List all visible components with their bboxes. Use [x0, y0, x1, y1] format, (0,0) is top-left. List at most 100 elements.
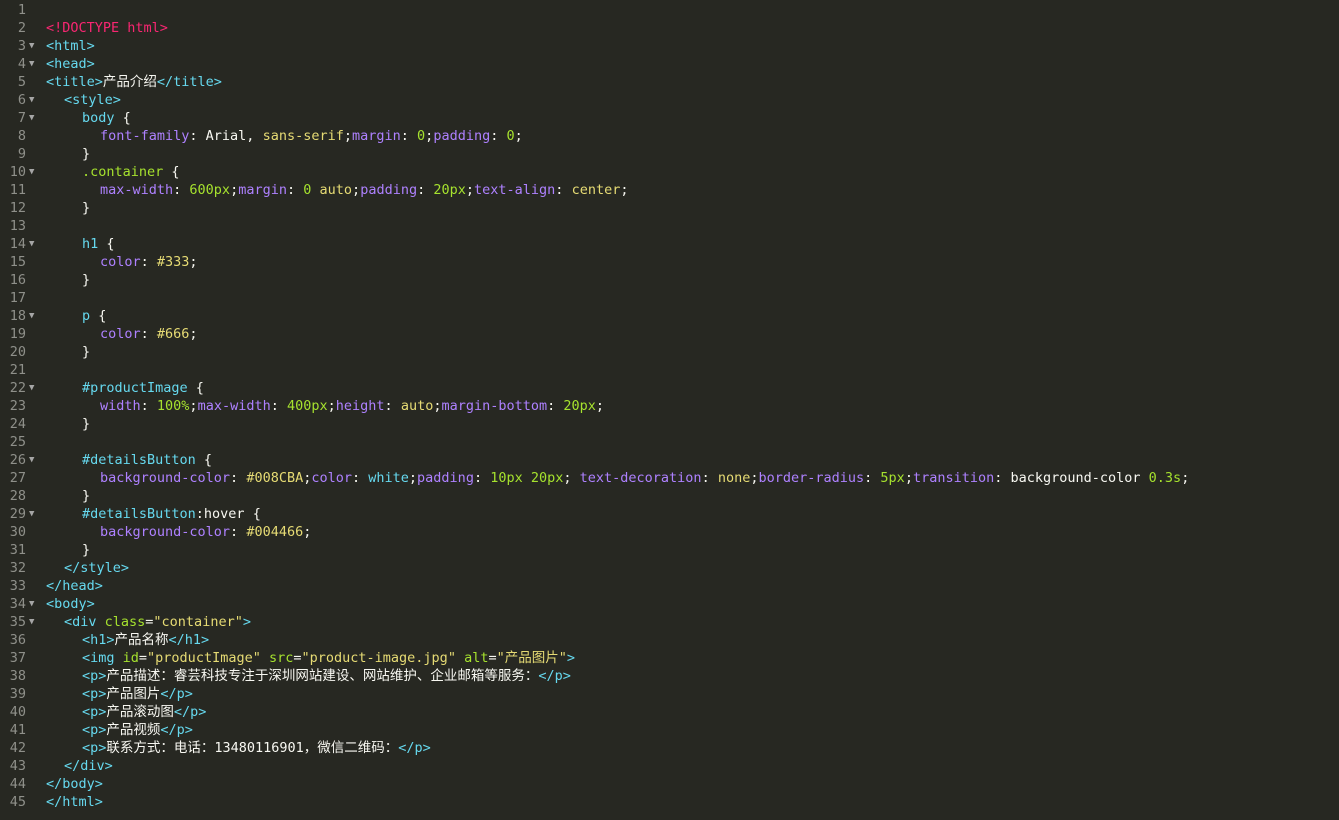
code-line[interactable]: 21 [0, 361, 1339, 379]
code-line[interactable]: 2 <!DOCTYPE html> [0, 19, 1339, 37]
code-line[interactable]: 30 background-color: #004466; [0, 523, 1339, 541]
code-line[interactable]: 13 [0, 217, 1339, 235]
line-number: 3 [17, 38, 26, 54]
code-line[interactable]: 45 </html> [0, 793, 1339, 811]
line-number: 21 [9, 362, 26, 378]
line-number: 7 [17, 110, 26, 126]
fold-arrow-icon[interactable]: ▼ [29, 163, 41, 181]
code-line[interactable]: 33 </head> [0, 577, 1339, 595]
code-line[interactable]: 7 ▼ body { [0, 109, 1339, 127]
line-number: 6 [17, 92, 26, 108]
code-text: h1 { [82, 235, 115, 253]
fold-arrow-icon[interactable]: ▼ [29, 91, 41, 109]
code-line[interactable]: 22 ▼ #productImage { [0, 379, 1339, 397]
code-text: p { [82, 307, 106, 325]
code-line[interactable]: 8 font-family: Arial, sans-serif;margin: … [0, 127, 1339, 145]
code-line[interactable]: 43 </div> [0, 757, 1339, 775]
fold-arrow-icon[interactable]: ▼ [29, 595, 41, 613]
code-line[interactable]: 23 width: 100%;max-width: 400px;height: a… [0, 397, 1339, 415]
code-token: } [82, 416, 91, 432]
code-token: : [230, 470, 247, 486]
code-text: <html> [46, 37, 95, 55]
code-line[interactable]: 41 <p>产品视频</p> [0, 721, 1339, 739]
fold-arrow-icon[interactable]: ▼ [29, 37, 41, 55]
code-line[interactable]: 25 [0, 433, 1339, 451]
line-number: 25 [9, 434, 26, 450]
code-line[interactable]: 24} [0, 415, 1339, 433]
code-token: #333 [156, 254, 190, 270]
line-number: 16 [9, 272, 26, 288]
code-line[interactable]: 37 <img id="productImage" src="product-im… [0, 649, 1339, 667]
code-line[interactable]: 44 </body> [0, 775, 1339, 793]
code-text: max-width: 600px;margin: 0 auto;padding:… [100, 181, 628, 199]
code-line[interactable]: 5 <title>产品介绍</title> [0, 73, 1339, 91]
code-token: 0 [506, 128, 515, 144]
line-number: 15 [9, 254, 26, 270]
code-token: transition [912, 470, 995, 486]
code-line[interactable]: 31} [0, 541, 1339, 559]
code-line[interactable]: 27 background-color: #008CBA; color: white… [0, 469, 1339, 487]
code-token: = [488, 650, 497, 666]
code-line[interactable]: 42 <p>联系方式：电话：13480116901，微信二维码：</p> [0, 739, 1339, 757]
code-line[interactable]: 38 <p>产品描述：睿芸科技专注于深圳网站建设、网站维护、企业邮箱等服务：</p… [0, 667, 1339, 685]
code-line[interactable]: 34 ▼ <body> [0, 595, 1339, 613]
line-number: 32 [9, 560, 26, 576]
code-token: ; [465, 182, 475, 198]
code-line[interactable]: 28} [0, 487, 1339, 505]
code-token: : [173, 182, 190, 198]
code-token: ; [189, 398, 198, 414]
code-editor[interactable]: 1 2 <!DOCTYPE html> 3 ▼ <html> 4 ▼ <head> 5 <title… [0, 0, 1339, 820]
code-token: color [100, 326, 141, 342]
fold-arrow-icon[interactable]: ▼ [29, 451, 41, 469]
code-token: text-decoration [579, 470, 702, 486]
code-token: "productImage" [147, 650, 261, 666]
code-line[interactable]: 3 ▼ <html> [0, 37, 1339, 55]
code-token: </head> [46, 578, 103, 594]
code-token: 400px [286, 398, 328, 414]
line-number: 33 [9, 578, 26, 594]
code-line[interactable]: 14 ▼ h1 { [0, 235, 1339, 253]
code-token: "container" [153, 614, 243, 630]
fold-arrow-icon[interactable]: ▼ [29, 109, 41, 127]
fold-arrow-icon[interactable]: ▼ [29, 505, 41, 523]
fold-arrow-icon[interactable]: ▼ [29, 379, 41, 397]
code-line[interactable]: 16} [0, 271, 1339, 289]
code-line[interactable]: 4 ▼ <head> [0, 55, 1339, 73]
code-line[interactable]: 17 [0, 289, 1339, 307]
code-token: } [82, 542, 91, 558]
code-line[interactable]: 9} [0, 145, 1339, 163]
code-line[interactable]: 40 <p>产品滚动图</p> [0, 703, 1339, 721]
code-text: font-family: Arial, sans-serif;margin: 0… [100, 127, 523, 145]
code-line[interactable]: 20} [0, 343, 1339, 361]
fold-arrow-icon[interactable]: ▼ [29, 235, 41, 253]
code-line[interactable]: 15 color: #333; [0, 253, 1339, 271]
fold-arrow-icon[interactable]: ▼ [29, 307, 41, 325]
code-token: <p> [82, 668, 107, 684]
code-line[interactable]: 12} [0, 199, 1339, 217]
code-text: } [82, 415, 90, 433]
code-text: <h1>产品名称</h1> [82, 631, 209, 649]
code-line[interactable]: 29 ▼ #detailsButton:hover { [0, 505, 1339, 523]
code-line[interactable]: 26 ▼ #detailsButton { [0, 451, 1339, 469]
code-line[interactable]: 11 max-width: 600px;margin: 0 auto;paddin… [0, 181, 1339, 199]
code-token: : Arial, [189, 128, 263, 144]
line-number: 45 [9, 794, 26, 810]
code-token: ; [595, 398, 605, 414]
fold-arrow-icon[interactable]: ▼ [29, 55, 41, 73]
code-line[interactable]: 18 ▼ p { [0, 307, 1339, 325]
fold-arrow-icon[interactable]: ▼ [29, 613, 41, 631]
code-line[interactable]: 39 <p>产品图片</p> [0, 685, 1339, 703]
code-token: : [701, 470, 718, 486]
code-line[interactable]: 10 ▼ .container { [0, 163, 1339, 181]
code-text: #detailsButton { [82, 451, 212, 469]
code-line[interactable]: 1 [0, 1, 1339, 19]
code-token: <body> [46, 596, 95, 612]
code-line[interactable]: 19 color: #666; [0, 325, 1339, 343]
code-line[interactable]: 32 </style> [0, 559, 1339, 577]
code-line[interactable]: 6 ▼ <style> [0, 91, 1339, 109]
code-line[interactable]: 36 <h1>产品名称</h1> [0, 631, 1339, 649]
code-token: color [100, 254, 141, 270]
code-line[interactable]: 35 ▼ <div class="container"> [0, 613, 1339, 631]
code-text: #productImage { [82, 379, 204, 397]
code-token: { [163, 164, 180, 180]
